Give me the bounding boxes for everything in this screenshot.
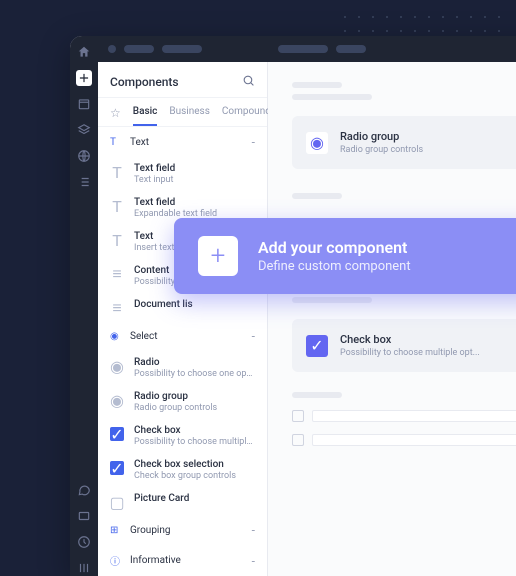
nav-rail	[70, 36, 98, 576]
component-item[interactable]: ≡Document lis	[98, 293, 267, 321]
globe-icon[interactable]	[76, 148, 92, 164]
window-chrome	[98, 36, 268, 62]
component-item[interactable]: ✓Check box selectionCheck box group cont…	[98, 453, 267, 487]
grouping-section-icon: ⊞	[110, 525, 122, 536]
layers-icon[interactable]	[76, 122, 92, 138]
window-icon[interactable]	[76, 508, 92, 524]
radio-group-card[interactable]: ◉ Radio group Radio group controls	[292, 116, 516, 169]
app-window: Components ☆ Basic Business Compound T T…	[70, 36, 516, 576]
tab-compound[interactable]: Compound	[222, 106, 271, 126]
collapse-icon: -	[252, 329, 255, 343]
clock-icon[interactable]	[76, 534, 92, 550]
checkbox-icon: ✓	[110, 427, 124, 441]
collapse-icon: -	[252, 135, 255, 149]
collapse-icon: -	[252, 523, 255, 537]
tabs: ☆ Basic Business Compound	[98, 98, 267, 127]
home-icon[interactable]	[76, 44, 92, 60]
checkbox-row[interactable]	[292, 410, 516, 422]
skeleton	[292, 193, 342, 199]
list-icon[interactable]	[76, 174, 92, 190]
text-field-icon: T	[110, 165, 124, 179]
skeleton	[292, 82, 342, 88]
calendar-icon[interactable]	[76, 96, 92, 112]
component-item[interactable]: ◉Radio groupRadio group controls	[98, 385, 267, 419]
tab-favorites[interactable]: ☆	[110, 106, 121, 126]
text-section-icon: T	[110, 137, 122, 148]
component-item[interactable]: ◉RadioPossibility to choose one option..…	[98, 351, 267, 385]
skeleton	[292, 297, 372, 303]
text-field-icon: ≡	[110, 301, 124, 315]
component-item[interactable]: ✓Check boxPossibility to choose multiple…	[98, 419, 267, 453]
sidebar-title: Components	[110, 75, 179, 89]
checkbox-icon: ✓	[110, 461, 124, 475]
overlay-subtitle: Define custom component	[258, 259, 411, 274]
select-section-icon: ◉	[110, 331, 122, 342]
card-subtitle: Radio group controls	[340, 145, 423, 155]
add-component-overlay[interactable]: + Add your component Define custom compo…	[174, 218, 516, 294]
section-grouping[interactable]: ⊞ Grouping -	[98, 515, 267, 545]
section-select[interactable]: ◉ Select -	[98, 321, 267, 351]
collapse-icon: -	[252, 554, 255, 568]
checkbox-icon: ✓	[306, 335, 328, 357]
radio-icon: ◉	[306, 132, 328, 154]
checkbox-card[interactable]: ✓ Check box Possibility to choose multip…	[292, 319, 516, 372]
text-field-icon: T	[110, 233, 124, 247]
main-area: Components ☆ Basic Business Compound T T…	[98, 36, 516, 576]
card-subtitle: Possibility to choose multiple opt...	[340, 348, 480, 358]
window-chrome-right	[268, 36, 516, 62]
component-item[interactable]: ▢Picture Card	[98, 487, 267, 515]
overlay-title: Add your component	[258, 238, 411, 257]
section-text[interactable]: T Text -	[98, 127, 267, 157]
skeleton	[292, 392, 342, 398]
skeleton	[292, 94, 372, 100]
text-field-icon: ≡	[110, 267, 124, 281]
card-title: Radio group	[340, 130, 423, 143]
informative-section-icon: ⓘ	[110, 553, 122, 568]
chat-icon[interactable]	[76, 482, 92, 498]
content-area: ◉ Radio group Radio group controls ✓ Che…	[268, 62, 516, 576]
text-field-icon: T	[110, 199, 124, 213]
radio-icon: ◉	[110, 393, 124, 407]
component-item[interactable]: TText fieldText input	[98, 157, 267, 191]
card-title: Check box	[340, 333, 480, 346]
search-icon[interactable]	[242, 72, 255, 91]
section-informative[interactable]: ⓘ Informative -	[98, 545, 267, 576]
checkbox-row[interactable]	[292, 434, 516, 446]
components-sidebar: Components ☆ Basic Business Compound T T…	[98, 62, 268, 576]
radio-icon: ◉	[110, 359, 124, 373]
columns-icon[interactable]	[76, 560, 92, 576]
plus-icon: +	[198, 236, 238, 276]
radio-icon: ▢	[110, 495, 124, 509]
tab-business[interactable]: Business	[169, 106, 209, 126]
add-component-icon[interactable]	[76, 70, 92, 86]
tab-basic[interactable]: Basic	[133, 106, 158, 126]
